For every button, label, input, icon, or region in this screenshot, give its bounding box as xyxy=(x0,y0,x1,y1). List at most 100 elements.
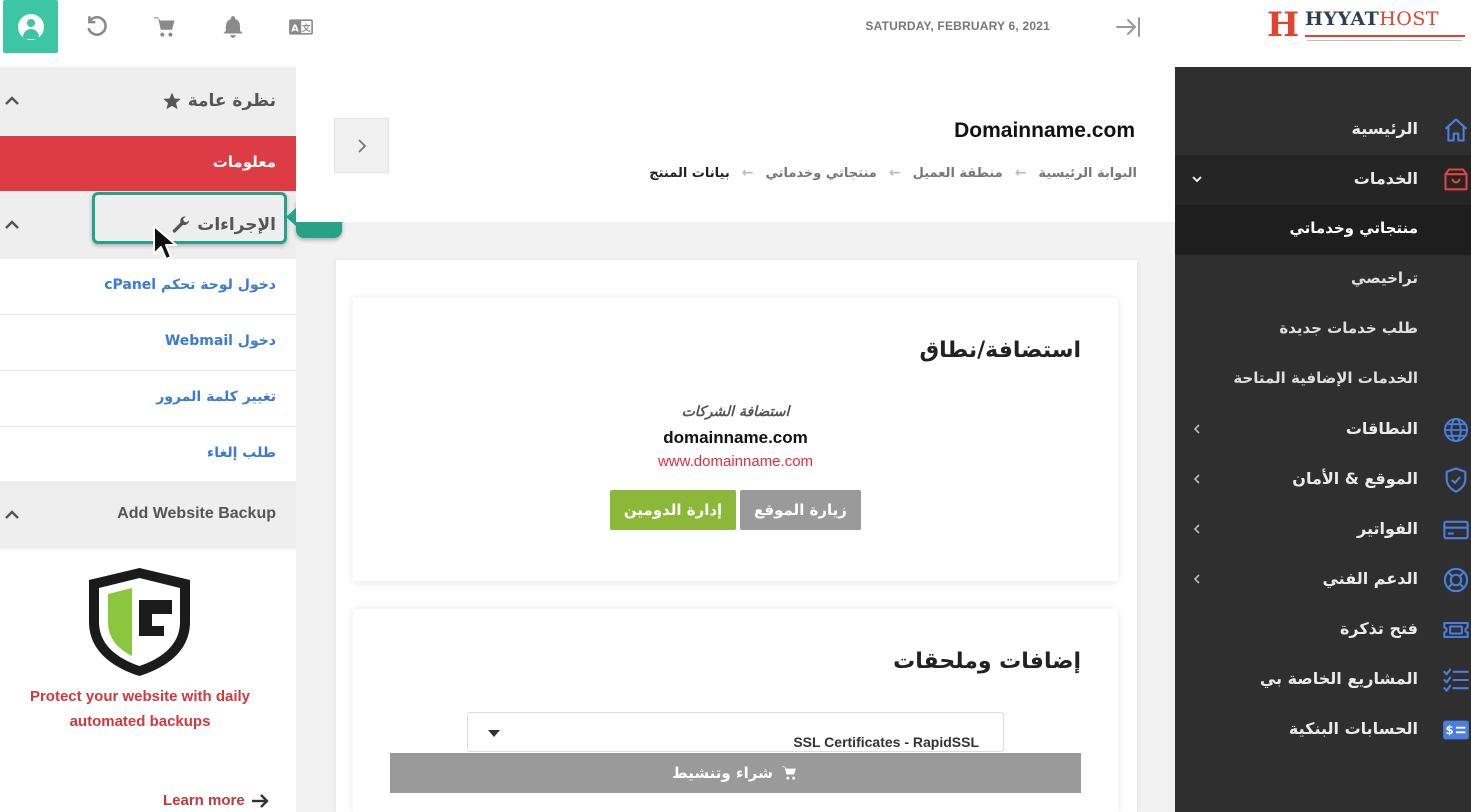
cart-icon xyxy=(781,766,796,780)
buy-activate-button[interactable]: شراء وتنشيط xyxy=(390,753,1081,793)
chevron-left-icon xyxy=(1193,524,1200,534)
product-group: استضافة الشركات xyxy=(681,404,790,420)
sidebar-item-label: المشاريع الخاصة بي xyxy=(1259,669,1418,688)
learn-more-link[interactable]: Learn more xyxy=(163,792,269,809)
sidebar-item-website-security[interactable]: الموقع & الأمان xyxy=(1175,455,1471,505)
refresh-icon[interactable] xyxy=(80,10,114,44)
logo-part-2: HOST xyxy=(1379,8,1440,30)
product-domain: domainname.com xyxy=(663,428,808,447)
user-icon xyxy=(17,13,44,40)
backup-section-header[interactable]: Add Website Backup xyxy=(0,481,296,549)
arrow-right-icon xyxy=(251,793,269,808)
home-icon xyxy=(1441,115,1471,145)
sidebar-item-home[interactable]: الرئيسية xyxy=(1175,105,1471,155)
shield-icon xyxy=(1441,465,1471,495)
product-card: استضافة/نطاق استضافة الشركات domainname.… xyxy=(353,298,1118,581)
cart-icon[interactable] xyxy=(148,10,182,44)
sidebar-item-label: الموقع & الأمان xyxy=(1292,469,1418,488)
sidebar-item-label: الحسابات البنكية xyxy=(1288,719,1418,738)
chevron-up-icon[interactable] xyxy=(4,95,20,107)
ticket-icon xyxy=(1441,615,1471,645)
brand-logo[interactable]: H HYYATHOST xyxy=(1175,0,1471,67)
chevron-left-icon xyxy=(1193,574,1200,584)
sidebar-item-open-ticket[interactable]: فتح تذكرة xyxy=(1175,605,1471,655)
sidebar-item-support[interactable]: الدعم الفني xyxy=(1175,555,1471,605)
change-password-link[interactable]: تغيير كلمة المرور xyxy=(0,371,296,427)
chevron-left-icon xyxy=(1193,474,1200,484)
chevron-right-icon xyxy=(357,138,366,153)
breadcrumb-my-products[interactable]: منتجاتي وخدماتي xyxy=(765,166,876,181)
user-account-button[interactable] xyxy=(3,0,58,53)
sidebar-item-label: فتح تذكرة xyxy=(1339,619,1418,638)
box-icon xyxy=(1441,165,1471,195)
webmail-login-link[interactable]: دخول Webmail xyxy=(0,315,296,371)
back-button[interactable] xyxy=(334,118,389,173)
addon-select-value: SSL Certificates - RapidSSL xyxy=(793,734,979,750)
overview-title: نظرة عامة xyxy=(187,91,276,111)
chevron-down-icon xyxy=(1192,176,1202,183)
sidebar-item-billing[interactable]: الفواتير xyxy=(1175,505,1471,555)
arrow-left-icon: ← xyxy=(1014,165,1027,181)
bell-icon[interactable] xyxy=(216,10,250,44)
sidebar-item-label: النطاقات xyxy=(1345,419,1418,438)
sidebar-item-licenses[interactable]: تراخيصي xyxy=(1175,255,1471,305)
caret-down-icon xyxy=(488,730,500,737)
info-label: معلومات xyxy=(212,153,276,171)
learn-more-label: Learn more xyxy=(163,792,245,809)
link-label: تغيير كلمة المرور xyxy=(156,389,276,405)
sidebar-item-label: الرئيسية xyxy=(1351,119,1419,138)
visit-website-button[interactable]: زيارة الموقع xyxy=(740,490,861,530)
sidebar-item-addon-services[interactable]: الخدمات الإضافية المتاحة xyxy=(1175,355,1471,405)
sidebar-item-my-products[interactable]: منتجاتي وخدماتي xyxy=(1175,205,1471,255)
backup-description: Protect your website with daily automate… xyxy=(29,688,251,730)
info-menu-item[interactable]: معلومات xyxy=(0,136,296,191)
collapse-sidebar-icon[interactable] xyxy=(1113,13,1143,41)
sidebar-item-order-services[interactable]: طلب خدمات جديدة xyxy=(1175,305,1471,355)
sidebar-item-label: الخدمات xyxy=(1353,169,1418,188)
backup-shield-logo xyxy=(89,568,190,676)
star-icon xyxy=(162,92,181,110)
manage-domain-button[interactable]: إدارة الدومين xyxy=(610,490,736,530)
section-title: Add Website Backup xyxy=(117,505,276,523)
product-url[interactable]: www.domainname.com xyxy=(353,453,1118,470)
backup-title: Add Website Backup xyxy=(117,505,276,522)
addon-select[interactable]: SSL Certificates - RapidSSL xyxy=(467,712,1004,752)
breadcrumb-current: بيانات المنتج xyxy=(649,165,730,181)
step-highlight-box xyxy=(92,192,287,244)
breadcrumb-home[interactable]: البوابة الرئيسية xyxy=(1038,166,1137,181)
sidebar-item-bank-accounts[interactable]: $ الحسابات البنكية xyxy=(1175,705,1471,755)
link-label: دخول لوحة تحكم cPanel xyxy=(104,277,276,293)
top-bar: A文 SATURDAY, FEBRUARY 6, 2021 xyxy=(0,0,1175,67)
sidebar-item-my-projects[interactable]: المشاريع الخاصة بي xyxy=(1175,655,1471,705)
lifebuoy-icon xyxy=(1441,565,1471,595)
sidebar-item-label: الفواتير xyxy=(1356,519,1418,538)
sidebar-item-label: منتجاتي وخدماتي xyxy=(1289,219,1418,237)
arrow-left-icon: ← xyxy=(888,165,901,181)
cpanel-login-link[interactable]: دخول لوحة تحكم cPanel xyxy=(0,259,296,315)
chevron-up-icon[interactable] xyxy=(4,509,20,521)
cancel-request-link[interactable]: طلب إلغاء xyxy=(0,427,296,483)
overview-section-header[interactable]: نظرة عامة xyxy=(0,67,296,135)
credit-card-icon xyxy=(1441,515,1471,545)
chevron-up-icon[interactable] xyxy=(4,219,20,231)
breadcrumb-client-area[interactable]: منطقة العميل xyxy=(913,166,1003,181)
logo-wordmark: HYYATHOST xyxy=(1305,10,1439,29)
addons-card-title: إضافات وملحقات xyxy=(893,649,1081,674)
sidebar-item-label: الخدمات الإضافية المتاحة xyxy=(1233,369,1418,387)
svg-text:A: A xyxy=(291,23,299,34)
sidebar-nav: الرئيسية الخدمات منتجاتي وخدماتي تراخيصي… xyxy=(1175,67,1471,812)
sidebar-item-domains[interactable]: النطاقات xyxy=(1175,405,1471,455)
sidebar-item-services[interactable]: الخدمات xyxy=(1175,155,1471,205)
link-label: طلب إلغاء xyxy=(207,445,276,461)
buy-button-label: شراء وتنشيط xyxy=(672,764,773,782)
translate-icon[interactable]: A文 xyxy=(284,10,318,44)
sidebar-item-label: تراخيصي xyxy=(1351,269,1418,287)
left-panel: نظرة عامة معلومات الإجراءات دخول لوحة تح… xyxy=(0,67,296,812)
logo-mark: H xyxy=(1267,5,1300,45)
section-title: نظرة عامة xyxy=(162,91,276,111)
arrow-left-icon: ← xyxy=(741,165,754,181)
link-label: دخول Webmail xyxy=(164,333,276,349)
mouse-pointer-icon xyxy=(153,225,177,260)
sidebar-item-label: الدعم الفني xyxy=(1322,569,1418,588)
sidebar-item-label: طلب خدمات جديدة xyxy=(1279,319,1418,337)
